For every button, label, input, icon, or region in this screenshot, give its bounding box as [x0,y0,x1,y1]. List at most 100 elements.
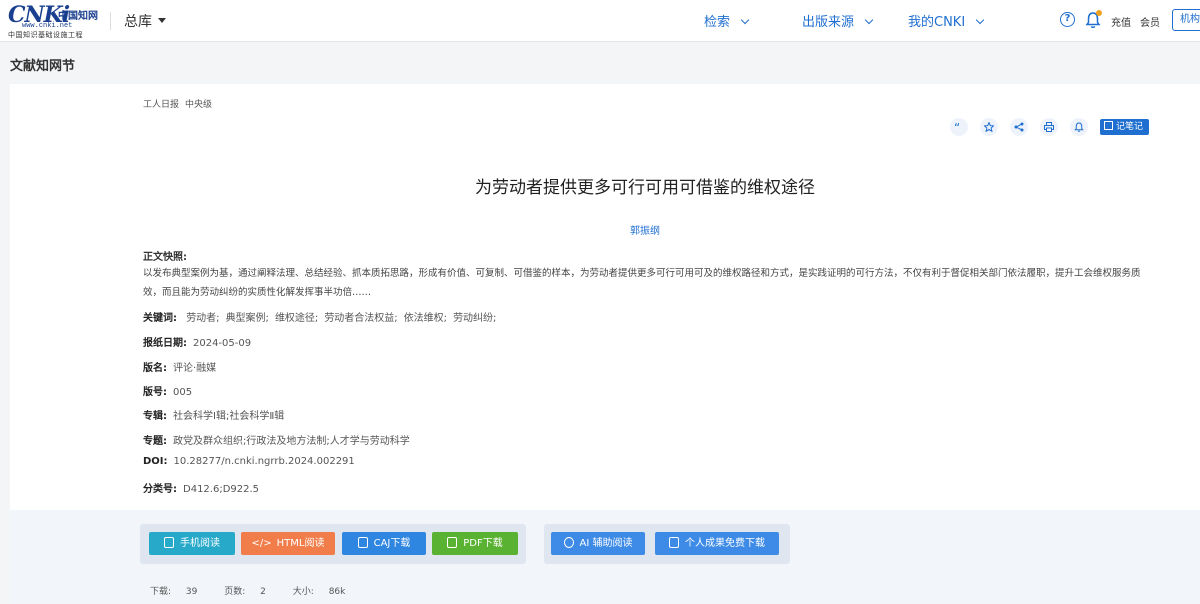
cite-button[interactable]: “ [950,118,968,136]
nav-my-cnki[interactable]: 我的CNKI [908,11,985,30]
header-divider [110,12,111,30]
nav-my-cnki-label: 我的CNKI [908,15,966,30]
edition-name-row: 版名: 评论·融媒 [143,359,216,374]
edition-no-label: 版号: [143,387,167,398]
library-dropdown[interactable]: 总库 [124,11,166,31]
edition-no-value: 005 [173,387,193,398]
pdf-download-label: PDF下载 [463,538,503,549]
date-value: 2024-05-09 [193,338,252,349]
free-download-button[interactable]: 个人成果免费下载 [655,532,779,555]
topic-value: 政党及群众组织;行政法及地方法制;人才学与劳动科学 [173,436,410,447]
note-label: 记笔记 [1116,122,1144,132]
keyword-link[interactable]: 劳动者合法权益; [324,313,397,324]
star-icon [984,122,994,132]
downloads-value: 39 [185,587,198,597]
html-read-button[interactable]: </> HTML阅读 [241,532,335,555]
nav-publication-label: 出版来源 [802,15,855,30]
help-icon[interactable]: ? [1060,12,1075,27]
article-source: 工人日报 中央级 [143,97,218,110]
library-label: 总库 [124,14,152,30]
phone-icon [164,537,174,548]
doi-value: 10.28277/n.cnki.ngrrb.2024.002291 [173,456,355,467]
keyword-link[interactable]: 维权途径; [275,313,318,324]
pages-label: 页数: [224,587,246,597]
caj-download-label: CAJ下载 [373,538,411,549]
class-value: D412.6;D922.5 [183,484,260,495]
printer-icon [1044,122,1054,132]
quote-icon: “ [954,122,960,132]
book-icon [357,537,368,548]
chevron-down-icon [864,15,874,25]
class-label: 分类号: [143,484,177,495]
size-stat: 大小: 86k [293,587,358,597]
print-button[interactable] [1040,118,1058,136]
free-download-label: 个人成果免费下载 [685,538,765,549]
mobile-read-button[interactable]: 手机阅读 [149,532,235,555]
nav-publication-source[interactable]: 出版来源 [802,11,874,30]
doi-row: DOI: 10.28277/n.cnki.ngrrb.2024.002291 [143,456,355,467]
date-row: 报纸日期: 2024-05-09 [143,334,251,349]
series-value: 社会科学Ⅰ辑;社会科学Ⅱ辑 [173,411,285,422]
keyword-link[interactable]: 劳动纠纷; [453,313,496,324]
caret-down-icon [158,17,166,23]
topic-label: 专题: [143,436,167,447]
top-bar: CNKi 中国知网 www.cnki.net 中国知识基础设施工程 总库 检索 … [0,0,1200,42]
mobile-read-label: 手机阅读 [180,538,220,549]
keyword-link[interactable]: 典型案例; [226,313,269,324]
date-label: 报纸日期: [143,338,187,349]
abstract-text: 以发布典型案例为基，通过阐释法理、总结经验、抓本质拓思路，形成有价值、可复制、可… [143,268,1141,298]
size-label: 大小: [292,587,314,597]
keyword-link[interactable]: 劳动者; [186,313,219,324]
member-link[interactable]: 会员 [1140,14,1160,29]
recharge-link[interactable]: 充值 [1111,14,1131,29]
share-button[interactable] [1010,118,1028,136]
code-icon: </> [251,538,272,549]
caj-download-button[interactable]: CAJ下载 [342,532,426,555]
action-area: 手机阅读 </> HTML阅读 CAJ下载 PDF下载 AI 辅助阅读 个人成果免… [10,510,1200,604]
logo-cn: 中国知网 [58,11,98,22]
pencil-icon [1104,121,1113,130]
doi-label: DOI: [143,456,168,467]
series-row: 专辑: 社会科学Ⅰ辑;社会科学Ⅱ辑 [143,407,284,422]
chevron-down-icon [740,15,750,25]
svg-text:“: “ [954,122,960,132]
favorite-button[interactable] [980,118,998,136]
org-login-button[interactable]: 机构登录 [1172,9,1200,31]
download-icon [669,537,679,548]
take-note-button[interactable]: 记笔记 [1100,119,1150,135]
ai-read-button[interactable]: AI 辅助阅读 [551,532,645,555]
pages-stat: 页数: 2 [224,587,278,597]
edition-name-label: 版名: [143,363,167,374]
page-title: 文献知网节 [10,59,76,74]
keyword-link[interactable]: 依法维权; [404,313,447,324]
notification-dot [1096,10,1102,16]
downloads-stat: 下载: 39 [150,587,209,597]
pdf-icon [447,537,458,548]
share-icon [1014,122,1024,132]
article-title: 为劳动者提供更多可行可用可借鉴的维权途径 [475,178,815,198]
ai-icon [563,537,574,548]
keywords-label: 关键词: [143,313,177,324]
pdf-download-button[interactable]: PDF下载 [432,532,518,555]
article-card: 工人日报 中央级 “ 记笔记 为劳动者提供更多可行可用可借鉴的维权途径 郭振纲 正… [10,84,1200,604]
subscribe-button[interactable] [1070,118,1088,136]
source-link[interactable]: 工人日报 [143,100,179,110]
cnki-logo[interactable]: CNKi 中国知网 www.cnki.net 中国知识基础设施工程 [8,4,100,39]
logo-subtitle: 中国知识基础设施工程 [8,31,83,39]
size-value: 86k [328,587,346,597]
pages-value: 2 [260,587,266,597]
nav-search[interactable]: 检索 [704,11,750,30]
html-read-label: HTML阅读 [276,538,325,549]
edition-no-row: 版号: 005 [143,383,192,398]
class-row: 分类号: D412.6;D922.5 [143,480,259,495]
abstract-label: 正文快照: [143,252,187,263]
ai-read-label: AI 辅助阅读 [579,538,633,549]
article-author[interactable]: 郭振纲 [10,222,1200,237]
chevron-down-icon [975,15,985,25]
edition-name-value: 评论·融媒 [173,363,217,374]
bell-icon [1074,122,1084,132]
download-stats: 下载: 39 页数: 2 大小: 86k [150,584,369,597]
logo-url: www.cnki.net [22,22,73,30]
series-label: 专辑: [143,411,167,422]
topic-row: 专题: 政党及群众组织;行政法及地方法制;人才学与劳动科学 [143,432,410,447]
